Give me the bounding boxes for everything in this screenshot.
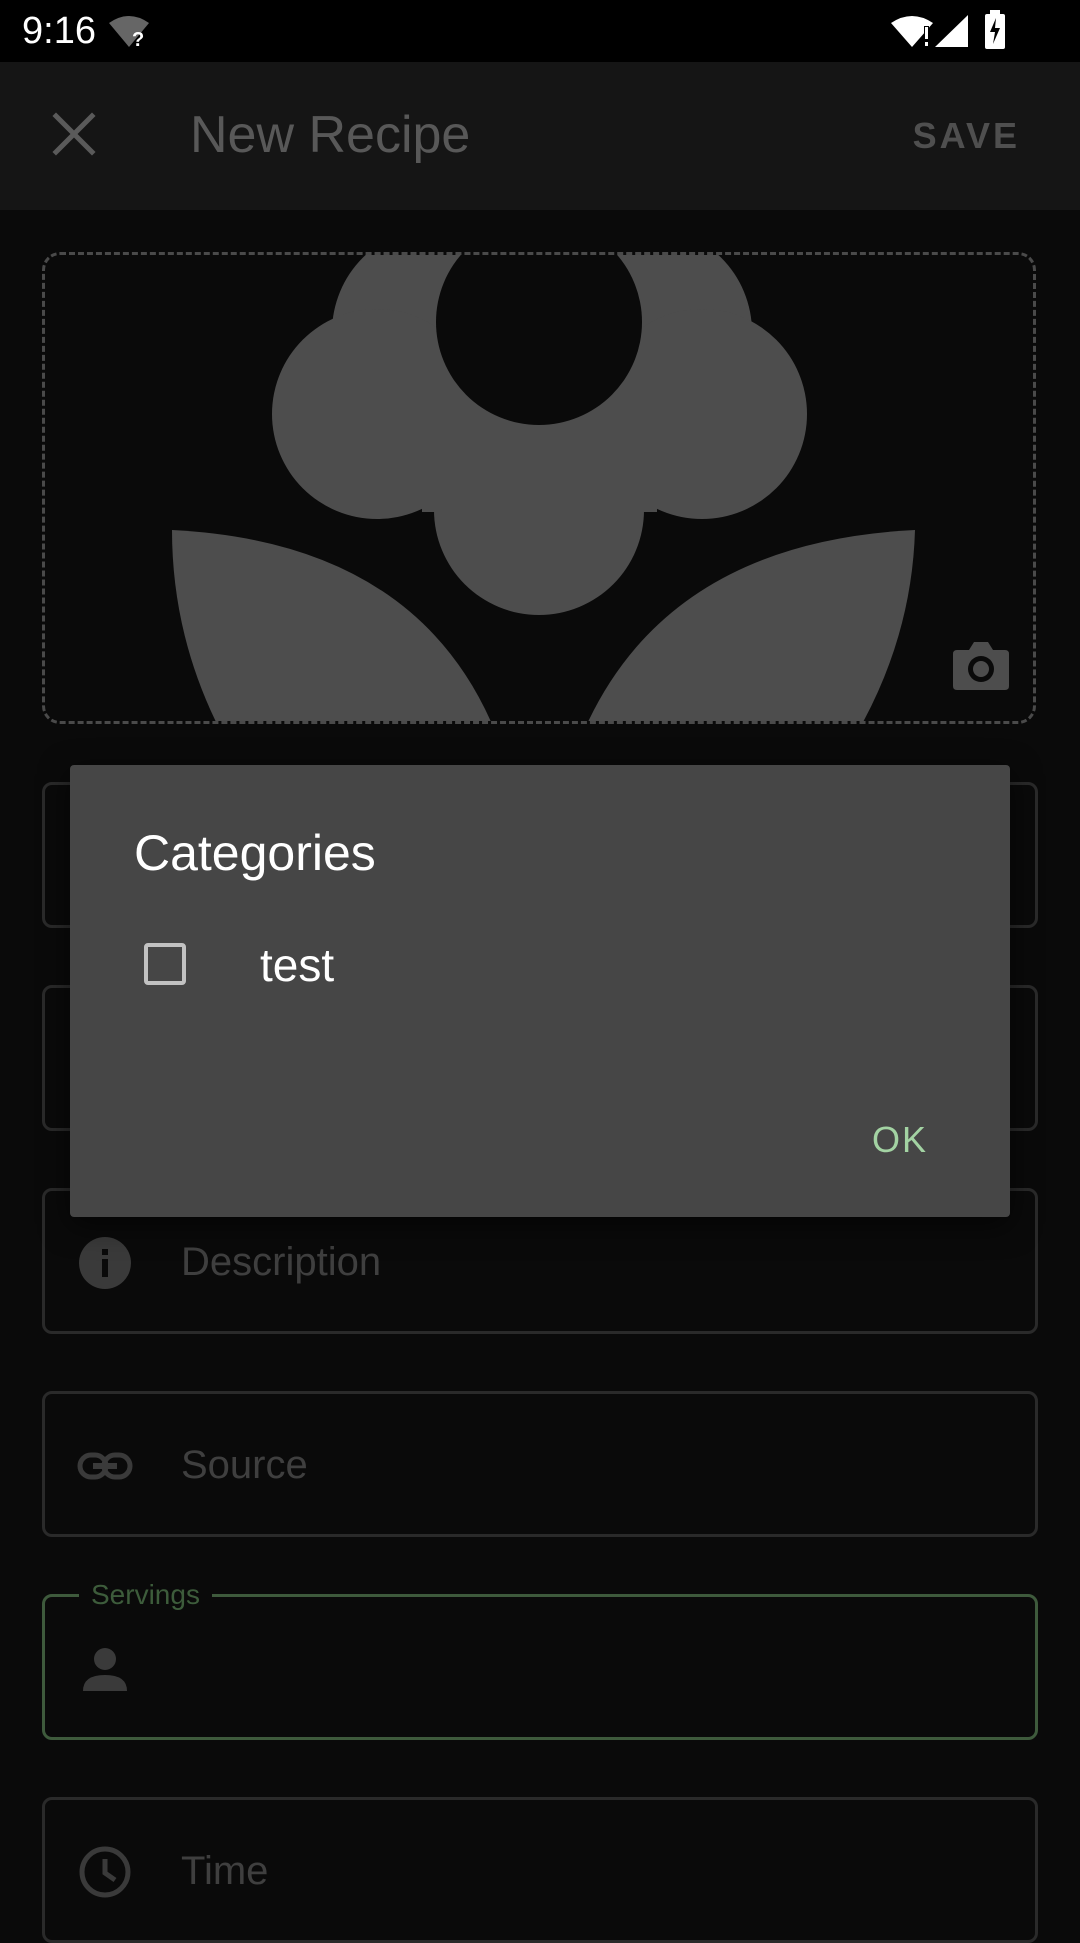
person-icon (83, 1648, 127, 1691)
category-option-label: test (260, 939, 335, 991)
time-field[interactable]: Time (42, 1797, 1038, 1943)
flower-placeholder-icon (172, 255, 915, 721)
categories-dialog: Categories test OK (70, 765, 1010, 1217)
source-field[interactable]: Source (42, 1391, 1038, 1537)
category-option-test[interactable]: test (134, 925, 946, 1013)
info-icon (79, 1237, 131, 1289)
app-bar: New Recipe SAVE (0, 62, 1080, 210)
page-title: New Recipe (190, 106, 471, 164)
description-placeholder: Description (181, 1240, 382, 1284)
link-icon (77, 1452, 133, 1480)
wifi-alert-icon (891, 16, 933, 47)
cell-signal-icon (935, 15, 968, 47)
servings-label: Servings (79, 1575, 212, 1615)
svg-text:?: ? (132, 29, 144, 48)
category-checkbox[interactable] (144, 943, 186, 985)
close-button[interactable] (42, 102, 106, 166)
dialog-title: Categories (134, 825, 376, 881)
ok-button[interactable]: OK (840, 1100, 960, 1180)
source-placeholder: Source (181, 1443, 308, 1487)
battery-charging-icon (985, 10, 1005, 49)
servings-field[interactable]: Servings (42, 1575, 1038, 1740)
save-button[interactable]: SAVE (880, 112, 1020, 160)
camera-icon[interactable] (953, 640, 1009, 690)
recipe-image-picker[interactable] (42, 252, 1036, 724)
status-bar: 9:16 ? (0, 0, 1080, 62)
time-placeholder: Time (181, 1849, 269, 1893)
wifi-unknown-icon: ? (109, 16, 149, 48)
status-time: 9:16 (22, 10, 96, 52)
close-icon (52, 112, 96, 156)
clock-icon (79, 1846, 131, 1898)
